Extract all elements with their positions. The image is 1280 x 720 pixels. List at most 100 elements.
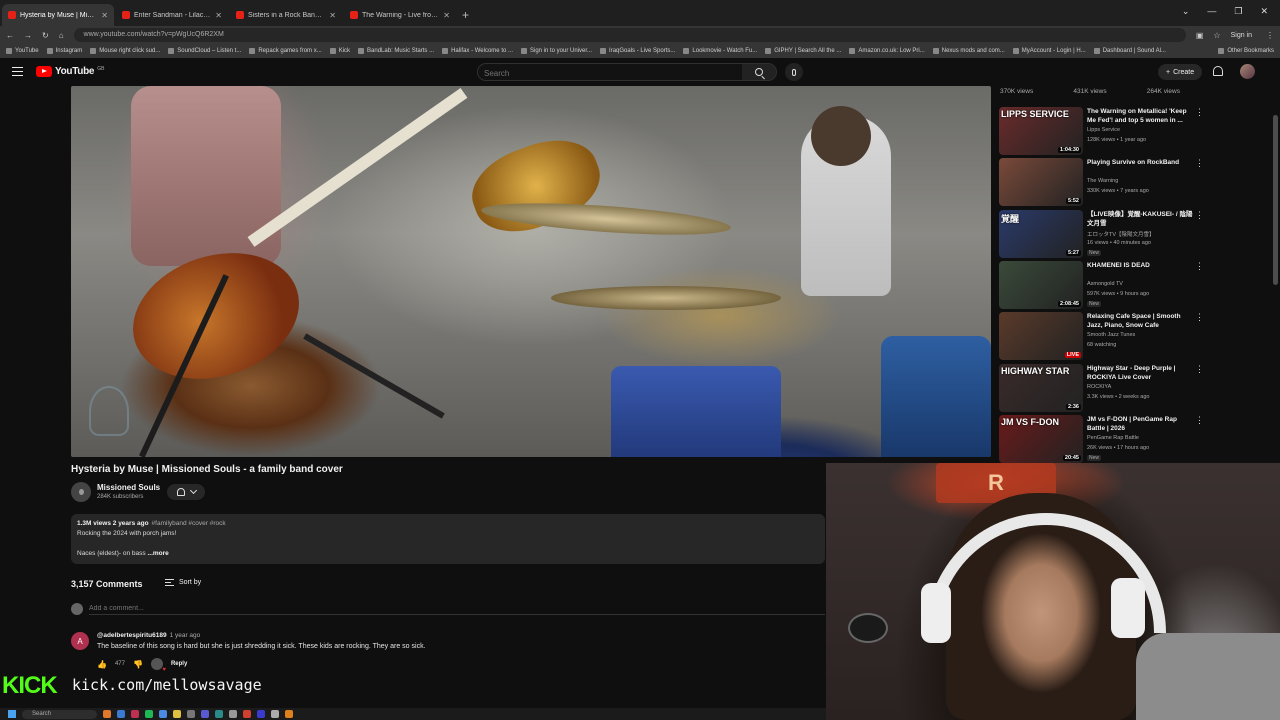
more-actions-icon[interactable]: ⋮ — [1195, 416, 1204, 425]
url-field[interactable]: www.youtube.com/watch?v=pWgUcQ6R2XM — [73, 28, 1186, 42]
more-actions-icon[interactable]: ⋮ — [1195, 313, 1204, 322]
bookmark-item[interactable]: Dashboard | Sound Al... — [1093, 48, 1166, 54]
like-icon[interactable]: 👍 — [97, 660, 107, 669]
bookmark-item[interactable]: GIPHY | Search All the ... — [765, 48, 841, 54]
recommended-video[interactable]: JM VS F-DON 20:45 JM vs F-DON | PenGame Ra… — [999, 415, 1204, 464]
taskbar-app-icon[interactable] — [201, 710, 209, 718]
notifications-bell-icon[interactable] — [1213, 66, 1223, 76]
windows-start-icon[interactable] — [8, 710, 16, 718]
folder-icon[interactable] — [173, 710, 181, 718]
minimize-icon[interactable]: — — [1207, 6, 1216, 17]
comment-author[interactable]: @adelbertespiritu6189 1 year ago — [97, 632, 200, 639]
browser-tab[interactable]: Hysteria by Muse | Missioned S ✕ — [2, 4, 114, 26]
video-thumbnail[interactable]: LIPPS SERVICE 1:04:30 — [999, 107, 1083, 155]
account-avatar[interactable] — [1240, 64, 1255, 79]
home-icon[interactable]: ⌂ — [59, 31, 64, 40]
recommended-video-channel[interactable]: Lipps Service — [1087, 127, 1120, 133]
back-icon[interactable]: ← — [6, 31, 14, 40]
bookmark-item[interactable]: Sign in to your Univer... — [521, 48, 592, 54]
recommended-video[interactable]: HIGHWAY STAR 2:36 Highway Star - Deep Purp… — [999, 364, 1204, 413]
video-thumbnail[interactable]: 2:08:45 — [999, 261, 1083, 309]
new-tab-button[interactable]: + — [462, 4, 469, 26]
bookmark-item[interactable]: Lookmovie - Watch Fu... — [683, 48, 757, 54]
description-box[interactable]: 1.3M views 2 years ago #familyband #cover… — [71, 514, 825, 564]
chevron-down-icon[interactable]: ⌄ — [1182, 6, 1190, 17]
reply-button[interactable]: Reply — [171, 661, 187, 667]
other-bookmarks[interactable]: Other Bookmarks — [1218, 48, 1274, 54]
recommended-video-channel[interactable]: ROCKIYA — [1087, 384, 1111, 390]
bookmark-item[interactable]: SoundCloud – Listen t... — [168, 48, 241, 54]
channel-avatar[interactable] — [71, 482, 91, 502]
recommended-video-title[interactable]: Relaxing Cafe Space | Smooth Jazz, Piano… — [1087, 312, 1195, 330]
video-player[interactable] — [71, 86, 991, 457]
sign-in-button[interactable]: Sign in — [1231, 32, 1252, 39]
taskbar-app-icon[interactable] — [229, 710, 237, 718]
comment-avatar[interactable]: A — [71, 632, 89, 650]
more-actions-icon[interactable]: ⋮ — [1195, 262, 1204, 271]
taskbar-app-icon[interactable] — [103, 710, 111, 718]
close-tab-icon[interactable]: ✕ — [215, 11, 222, 20]
video-thumbnail[interactable]: JM VS F-DON 20:45 — [999, 415, 1083, 463]
recommended-video-channel[interactable]: Smooth Jazz Tunes — [1087, 332, 1135, 338]
bookmark-item[interactable]: Halifax - Welcome to ... — [442, 48, 513, 54]
taskbar-app-icon[interactable] — [117, 710, 125, 718]
menu-dots-icon[interactable]: ⋮ — [1266, 31, 1274, 40]
recommended-video-title[interactable]: Highway Star - Deep Purple | ROCKIYA Liv… — [1087, 364, 1195, 382]
recommended-video-channel[interactable]: PenGame Rap Battle — [1087, 435, 1139, 441]
search-input[interactable] — [484, 67, 744, 79]
taskbar-search[interactable]: Search — [22, 709, 97, 719]
browser-tab[interactable]: Enter Sandman - Lilac (Official ✕ — [116, 4, 228, 26]
sort-by-button[interactable]: Sort by — [165, 579, 201, 586]
scrollbar-thumb[interactable] — [1273, 115, 1278, 285]
forward-icon[interactable]: → — [24, 31, 32, 40]
recommended-video[interactable]: LIPPS SERVICE 1:04:30 The Warning on Metal… — [999, 107, 1204, 156]
dislike-icon[interactable]: 👎 — [133, 660, 143, 669]
taskbar-app-icon[interactable] — [131, 710, 139, 718]
voice-search-button[interactable] — [785, 63, 803, 81]
recommended-video[interactable]: 2:08:45 KHAMENEI IS DEAD Asmongold TV 597K … — [999, 261, 1204, 310]
taskbar-app-icon[interactable] — [187, 710, 195, 718]
taskbar-app-icon[interactable] — [215, 710, 223, 718]
more-actions-icon[interactable]: ⋮ — [1195, 365, 1204, 374]
browser-tab[interactable]: The Warning - Live from Pepsi C ✕ — [344, 4, 456, 26]
recommended-video[interactable]: LIVE Relaxing Cafe Space | Smooth Jazz, P… — [999, 312, 1204, 361]
taskbar-app-icon[interactable] — [271, 710, 279, 718]
close-tab-icon[interactable]: ✕ — [329, 11, 336, 20]
maximize-icon[interactable]: ❐ — [1234, 6, 1242, 17]
more-actions-icon[interactable]: ⋮ — [1195, 108, 1204, 117]
subscribed-notifications-button[interactable] — [167, 484, 205, 500]
youtube-logo[interactable]: YouTube GB — [36, 66, 104, 77]
recommended-video-channel[interactable]: エロッタTV【陰陽文月雪】 — [1087, 230, 1155, 238]
firefox-icon[interactable] — [285, 710, 293, 718]
bookmark-item[interactable]: Kick — [329, 48, 350, 54]
bookmark-item[interactable]: BandLab: Music Starts ... — [358, 48, 434, 54]
taskbar-app-icon[interactable] — [159, 710, 167, 718]
add-comment-input[interactable] — [89, 603, 825, 615]
search-button[interactable] — [742, 64, 776, 80]
close-tab-icon[interactable]: ✕ — [443, 11, 450, 20]
bookmark-item[interactable]: Repack games from x... — [249, 48, 322, 54]
recommended-video-title[interactable]: KHAMENEI IS DEAD — [1087, 261, 1195, 270]
spotify-icon[interactable] — [145, 710, 153, 718]
taskbar-app-icon[interactable] — [243, 710, 251, 718]
more-actions-icon[interactable]: ⋮ — [1195, 159, 1204, 168]
reload-icon[interactable]: ↻ — [42, 31, 49, 40]
bookmark-item[interactable]: Amazon.co.uk: Low Pri... — [849, 48, 925, 54]
bookmark-item[interactable]: YouTube — [6, 48, 39, 54]
recommended-video-title[interactable]: The Warning on Metallica! 'Keep Me Fed'!… — [1087, 107, 1195, 125]
recommended-video-title[interactable]: Playing Survive on RockBand — [1087, 158, 1195, 167]
recommended-video-channel[interactable]: Asmongold TV — [1087, 281, 1123, 287]
video-thumbnail[interactable]: 覚醒 5:27 — [999, 210, 1083, 258]
bookmark-item[interactable]: Instagram — [46, 48, 82, 54]
more-actions-icon[interactable]: ⋮ — [1195, 211, 1204, 220]
recommended-video-title[interactable]: JM vs F-DON | PenGame Rap Battle | 2026 — [1087, 415, 1195, 433]
show-more-link[interactable]: ...more — [147, 550, 168, 557]
bookmark-item[interactable]: IraqGoals - Live Sports... — [600, 48, 675, 54]
star-icon[interactable]: ☆ — [1213, 31, 1220, 40]
bookmark-item[interactable]: MyAccount - Login | H... — [1012, 48, 1086, 54]
channel-name[interactable]: Missioned Souls — [97, 483, 160, 492]
bookmark-item[interactable]: Nexus mods and com... — [932, 48, 1005, 54]
browser-tab[interactable]: Sisters in a Rock Band Play Trul ✕ — [230, 4, 342, 26]
create-button[interactable]: + Create — [1158, 64, 1203, 80]
video-thumbnail[interactable]: LIVE — [999, 312, 1083, 360]
